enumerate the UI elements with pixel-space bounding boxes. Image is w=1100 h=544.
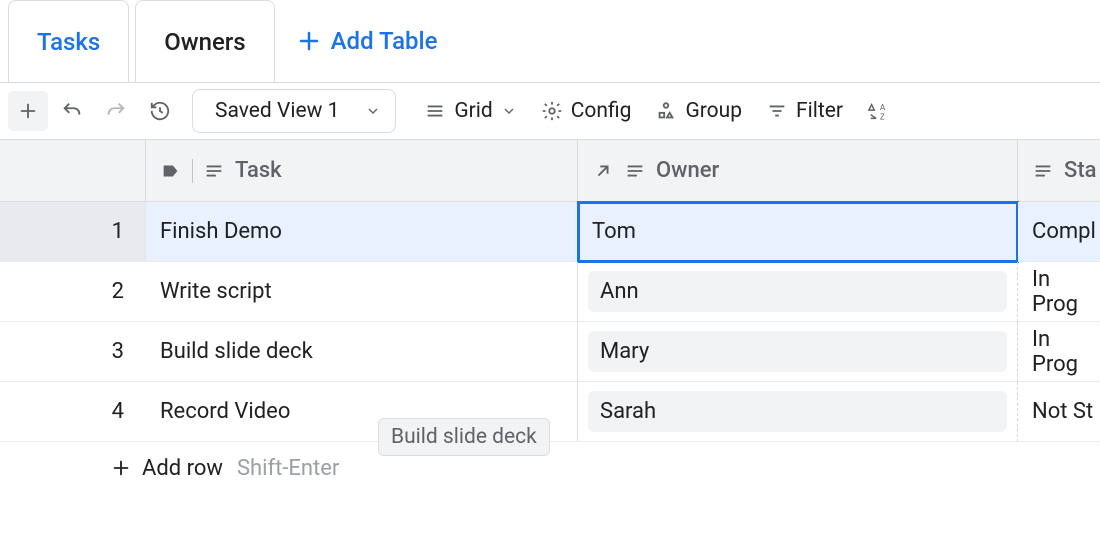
text-lines-icon [624,160,646,182]
gear-icon [541,100,563,122]
redo-button[interactable] [96,91,136,131]
cell-status[interactable]: In Prog [1018,322,1100,382]
row-number[interactable]: 2 [0,262,146,322]
filter-button[interactable]: Filter [756,99,853,123]
owner-chip: Sarah [588,391,1007,432]
cell-status[interactable]: Compl [1018,202,1100,262]
cell-task[interactable]: Write script [146,262,578,322]
undo-icon [61,100,83,122]
tab-owners[interactable]: Owners [135,0,274,82]
cell-owner[interactable]: Sarah [578,382,1018,442]
tab-tasks[interactable]: Tasks [8,0,129,82]
text-lines-icon [1032,160,1054,182]
cell-owner[interactable]: Mary [578,322,1018,382]
cell-status[interactable]: Not St [1018,382,1100,442]
divider [192,159,193,183]
plus-icon [297,29,321,53]
plus-icon [17,100,39,122]
history-icon [149,100,171,122]
sort-az-icon: AZ [867,100,889,122]
group-label: Group [685,99,742,123]
config-label: Config [571,99,632,123]
row-number[interactable]: 3 [0,322,146,382]
undo-button[interactable] [52,91,92,131]
view-toolbar: Saved View 1 Grid Config Group Filter AZ [0,82,1100,140]
saved-view-dropdown[interactable]: Saved View 1 [192,89,396,133]
row-number[interactable]: 1 [0,202,146,262]
owner-chip: Ann [588,271,1007,312]
column-header-task[interactable]: Task [146,140,578,202]
filter-icon [766,100,788,122]
config-button[interactable]: Config [531,99,642,123]
history-button[interactable] [140,91,180,131]
layout-dropdown[interactable]: Grid [414,99,526,123]
column-label: Task [235,158,282,183]
add-row-label: Add row [142,456,223,481]
row-number[interactable]: 4 [0,382,146,442]
add-row-button[interactable]: Add row Shift-Enter [0,442,1100,494]
tab-label: Tasks [37,28,100,56]
text-lines-icon [203,160,225,182]
cell-status[interactable]: In Prog [1018,262,1100,322]
tab-label: Owners [164,28,245,56]
plus-icon [110,457,132,479]
layout-label: Grid [454,99,492,123]
group-button[interactable]: Group [645,99,752,123]
cell-task[interactable]: Record Video [146,382,578,442]
cell-task[interactable]: Build slide deck [146,322,578,382]
svg-text:Z: Z [880,112,885,122]
column-header-status[interactable]: Sta [1018,140,1100,202]
grid-icon [424,100,446,122]
saved-view-label: Saved View 1 [215,99,339,123]
chevron-down-icon [365,103,381,119]
row-number-header [0,140,146,202]
add-button[interactable] [8,91,48,131]
redo-icon [105,100,127,122]
column-header-owner[interactable]: Owner [578,140,1018,202]
chevron-down-icon [501,103,517,119]
tag-icon [160,160,182,182]
add-table-button[interactable]: Add Table [275,0,438,82]
add-table-label: Add Table [331,27,438,55]
lookup-arrow-icon [592,160,614,182]
filter-label: Filter [796,99,843,123]
sort-button[interactable]: AZ [857,100,889,122]
owner-chip: Mary [588,331,1007,372]
cell-task[interactable]: Finish Demo [146,202,578,262]
owner-value: Tom [588,211,1007,252]
group-icon [655,100,677,122]
cell-owner[interactable]: Ann [578,262,1018,322]
cell-owner[interactable]: Tom [578,202,1018,262]
column-label: Owner [656,158,719,183]
add-row-hint: Shift-Enter [237,456,339,481]
data-grid: Task Owner Sta 1 Finish Demo Tom Compl 2… [0,140,1100,494]
table-tabs: Tasks Owners Add Table [0,0,1100,82]
column-label: Sta [1064,158,1097,183]
